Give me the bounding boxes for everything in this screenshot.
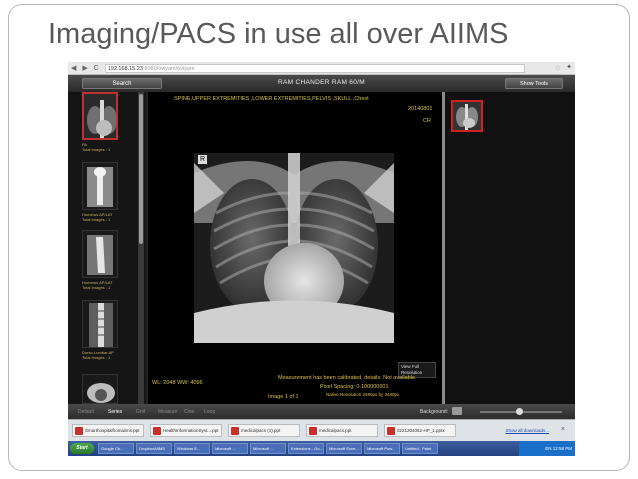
humerus-lat-xray-thumbnail-image <box>83 231 117 277</box>
tool-loop[interactable]: Loop <box>204 409 215 415</box>
url-host: 192.168.15.23 <box>107 65 143 72</box>
taskbar-item[interactable]: Windows E... <box>174 443 210 454</box>
browser-nav-icons[interactable]: ◀ ▶ C <box>71 64 101 72</box>
download-item[interactable]: HealthInformationSyst....ppt <box>150 424 222 437</box>
image-viewer[interactable]: SPINE,UPPER EXTREMITIES ,LOWER EXTREMITI… <box>148 92 442 404</box>
study-description: SPINE,UPPER EXTREMITIES ,LOWER EXTREMITI… <box>174 96 369 102</box>
spine-xray-thumbnail-image <box>83 301 117 347</box>
scrollbar-thumb[interactable] <box>139 94 143 244</box>
pacs-screenshot: ◀ ▶ C 192.168.15.23:8080/oviyam/oviyam ☆… <box>68 62 575 456</box>
modality: CR <box>423 118 431 124</box>
wrench-icon[interactable]: ✦ <box>566 63 572 71</box>
downloads-bar: Smarthospitalfromaiims.ppt HealthInforma… <box>68 419 575 441</box>
browser-address-bar: ◀ ▶ C 192.168.15.23:8080/oviyam/oviyam ☆… <box>68 62 575 75</box>
show-tools-button[interactable]: Show Tools <box>505 78 563 89</box>
series-thumbnail[interactable] <box>82 92 118 140</box>
taskbar-item[interactable]: Microsoft Pow... <box>364 443 400 454</box>
pixel-spacing: Pixel Spacing: 0.100000001 <box>320 384 389 390</box>
os-taskbar: Start Google Ch... DropboxAIIMS Windows … <box>68 441 575 456</box>
side-marker: R <box>198 155 207 164</box>
url-path: :8080/oviyam/oviyam <box>142 65 195 72</box>
tool-series[interactable]: Series <box>108 409 122 415</box>
slide-title: Imaging/PACS in use all over AIIMS <box>48 18 509 50</box>
taskbar-item[interactable]: Google Ch... <box>98 443 134 454</box>
native-resolution: Native Resolution 3480px by 3480px <box>326 392 400 397</box>
url-field[interactable]: 192.168.15.23:8080/oviyam/oviyam <box>104 63 525 73</box>
tool-measure[interactable]: Measure <box>158 409 177 415</box>
series-thumbnail[interactable] <box>82 230 118 278</box>
taskbar-item[interactable]: Microsoft ... <box>212 443 248 454</box>
tool-grid[interactable]: Grid <box>136 409 145 415</box>
series-thumbnail[interactable] <box>82 300 118 348</box>
taskbar-item[interactable]: Microsoft ... <box>250 443 286 454</box>
chest-xray-thumbnail-image <box>84 94 116 138</box>
series-label: Humerus AP/LAT Total Images : 1 <box>82 280 113 290</box>
image-index: Image 1 of 1 <box>268 394 299 400</box>
taskbar-item[interactable]: Extensions - Go... <box>288 443 324 454</box>
series-thumbnail-panel: PA Total Images : 1 Humerus AP/LAT Total I… <box>68 92 146 404</box>
taskbar-item[interactable]: Microsoft Exce... <box>326 443 362 454</box>
system-tray-clock[interactable]: EN 12:58 PM <box>519 441 575 456</box>
pelvis-xray-thumbnail-image <box>83 375 117 403</box>
show-all-downloads-link[interactable]: Show all downloads... <box>505 428 549 433</box>
ppt-file-icon <box>231 427 239 435</box>
chest-xray-drawing <box>194 153 394 343</box>
ppt-file-icon <box>75 427 83 435</box>
series-label: Dorso-Lumbar AP Total Images : 1 <box>82 350 114 360</box>
study-date: 20140801 <box>408 106 433 112</box>
chest-xray-image[interactable]: R <box>194 153 394 343</box>
window-level: WL: 2048 WW: 4096 <box>152 380 203 386</box>
download-item[interactable]: medicalpacs (1).ppt <box>228 424 300 437</box>
chest-xray-mini-image <box>453 102 481 130</box>
background-color-swatch[interactable] <box>452 407 462 415</box>
bookmark-star-icon[interactable]: ☆ <box>555 64 561 72</box>
series-thumbnail[interactable] <box>82 374 118 404</box>
calibration-note: Measurement has been calibrated, details… <box>278 375 417 381</box>
right-preview-panel <box>445 92 575 404</box>
ppt-file-icon <box>153 427 161 435</box>
background-label: Background: <box>420 409 449 415</box>
ppt-file-icon <box>387 427 395 435</box>
humerus-xray-thumbnail-image <box>83 163 117 209</box>
thumbnail-scrollbar[interactable] <box>138 92 144 404</box>
viewer-top-bar: Search RAM CHANDER RAM 60/M Show Tools <box>68 75 575 92</box>
taskbar-item[interactable]: Untitled - Paint <box>402 443 438 454</box>
start-button[interactable]: Start <box>70 443 94 454</box>
viewer-bottom-toolbar: Default Series Grid Measure Cine Loop Ba… <box>68 404 575 419</box>
ppt-file-icon <box>309 427 317 435</box>
series-label: Humerus AP/LAT Total Images : 1 <box>82 212 113 222</box>
series-label: PA Total Images : 1 <box>82 142 111 152</box>
taskbar-item[interactable]: DropboxAIIMS <box>136 443 172 454</box>
selected-image-thumbnail[interactable] <box>451 100 483 132</box>
close-icon[interactable]: × <box>561 426 565 433</box>
background-slider-handle[interactable] <box>516 408 523 415</box>
patient-name: RAM CHANDER RAM 60/M <box>278 79 365 86</box>
download-item[interactable]: Smarthospitalfromaiims.ppt <box>72 424 144 437</box>
tool-cine[interactable]: Cine <box>184 409 194 415</box>
download-item[interactable]: 0221204062-HP_1.pptx <box>384 424 456 437</box>
series-thumbnail[interactable] <box>82 162 118 210</box>
download-item[interactable]: medicalpacs.ppt <box>306 424 378 437</box>
tool-default[interactable]: Default <box>78 409 94 415</box>
